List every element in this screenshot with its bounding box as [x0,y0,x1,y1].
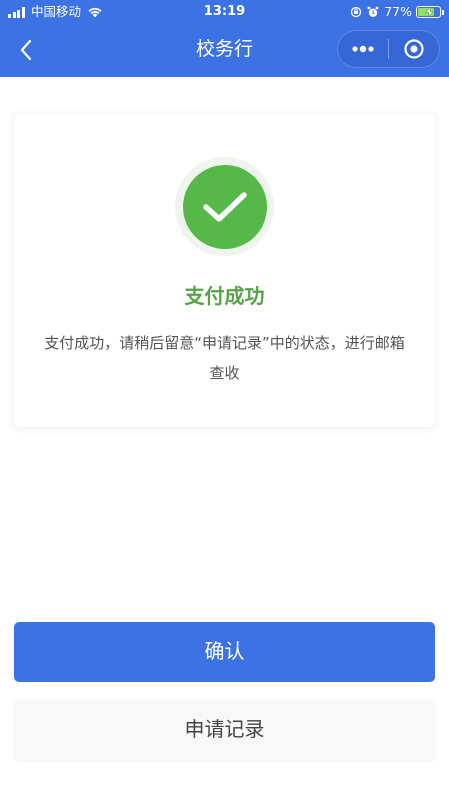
battery-cap [441,10,444,15]
success-icon-ring [175,157,274,256]
status-bar: 中国移动 13:19 77% [0,0,449,24]
status-right: 77% [350,0,444,24]
more-dots-icon [352,45,374,53]
close-mini-program-button[interactable] [389,31,439,67]
result-title: 支付成功 [184,284,265,308]
mini-program-capsule [337,30,440,68]
close-target-icon [404,39,424,59]
alarm-clock-icon [367,6,379,17]
success-check-badge [182,164,267,249]
check-icon [202,191,247,222]
battery-icon [416,6,444,18]
result-description: 支付成功，请稍后留意“申请记录”中的状态，进行邮箱查收 [44,334,405,382]
charging-bolt-icon [425,7,434,17]
more-menu-button[interactable] [338,31,388,67]
application-records-button[interactable]: 申请记录 [14,700,435,760]
battery-percent: 77% [384,4,412,19]
app-header: 中国移动 13:19 77% 校务行 [0,0,449,77]
confirm-button[interactable]: 确认 [14,622,435,682]
nav-bar: 校务行 [0,24,449,77]
orientation-lock-icon [351,6,362,18]
payment-result-card: 支付成功 支付成功，请稍后留意“申请记录”中的状态，进行邮箱查收 [14,114,435,427]
